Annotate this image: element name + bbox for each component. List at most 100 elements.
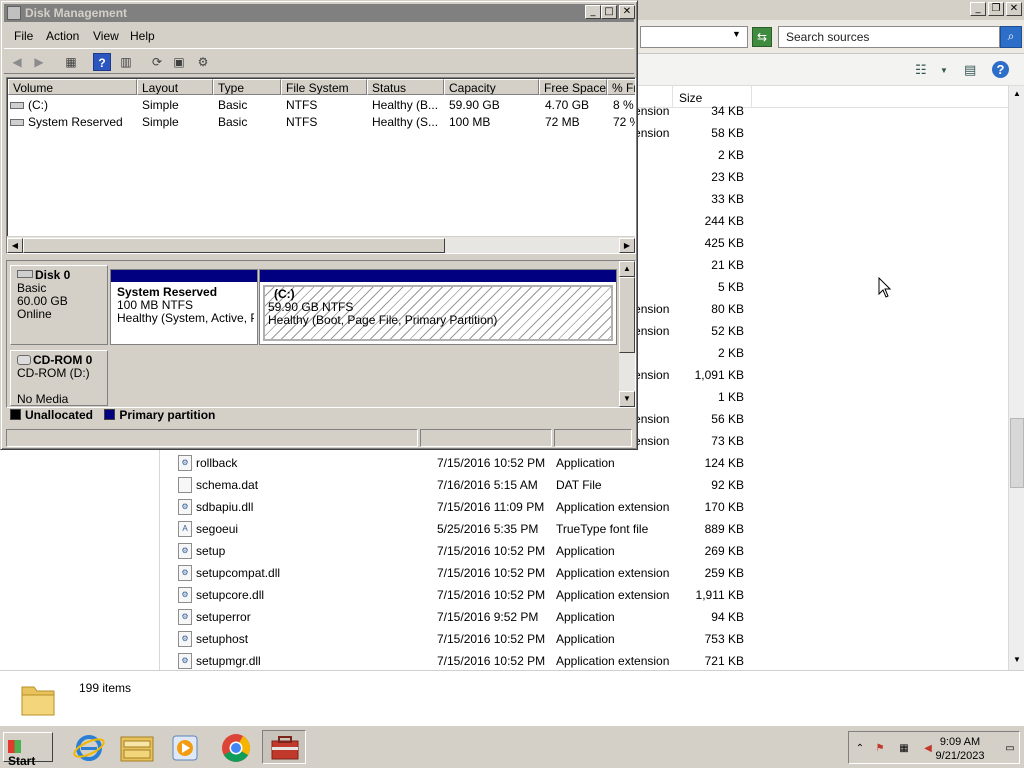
file-size: 56 KB bbox=[711, 412, 744, 426]
show-hidden-icons-chevron-icon[interactable]: ⌃ bbox=[853, 743, 867, 756]
close-icon[interactable]: ✕ bbox=[1006, 2, 1022, 16]
action-center-icon[interactable]: ⚑ bbox=[873, 743, 887, 756]
column-header-free-space[interactable]: Free Space bbox=[539, 79, 607, 95]
list-item[interactable]: Asegoeui 5/25/2016 5:35 PM TrueType font f… bbox=[160, 518, 1008, 540]
volume-type: Basic bbox=[218, 98, 248, 112]
file-size: 5 KB bbox=[717, 280, 744, 294]
file-size: 73 KB bbox=[711, 434, 744, 448]
view-options-icon[interactable]: ☷ bbox=[915, 62, 927, 78]
volume-list-hscrollbar[interactable]: ◀ ▶ bbox=[7, 236, 635, 253]
properties-icon[interactable]: ▣ bbox=[170, 53, 188, 71]
volume-name: System Reserved bbox=[28, 115, 123, 129]
list-item[interactable]: ⚙ setuperror 7/15/2016 9:52 PM Application 9… bbox=[160, 606, 1008, 628]
maximize-icon[interactable]: □ bbox=[601, 5, 617, 19]
file-type: Application bbox=[556, 610, 615, 624]
start-label: Start bbox=[8, 754, 36, 768]
show-desktop-icon[interactable]: ▭ bbox=[1003, 743, 1017, 756]
file-icon bbox=[178, 477, 192, 493]
column-header-layout[interactable]: Layout bbox=[137, 79, 213, 95]
list-item[interactable]: ⚙ setupcore.dll 7/15/2016 10:52 PM Applicat… bbox=[160, 584, 1008, 606]
scroll-down-icon[interactable]: ▼ bbox=[619, 391, 635, 407]
taskbar-server-manager[interactable] bbox=[262, 730, 306, 764]
menu-action[interactable]: Action bbox=[46, 29, 79, 43]
chevron-down-icon[interactable]: ▼ bbox=[940, 66, 948, 75]
list-item[interactable]: ⚙ setupmgr.dll 7/15/2016 10:52 PM Applicati… bbox=[160, 650, 1008, 672]
disk-0-header[interactable]: Disk 0 Basic 60.00 GB Online bbox=[10, 265, 108, 345]
column-header-percent-free[interactable]: % Fr bbox=[607, 79, 635, 95]
list-item[interactable]: ⚙ setup 7/15/2016 10:52 PM Application 269 K… bbox=[160, 540, 1008, 562]
column-header-status[interactable]: Status bbox=[367, 79, 444, 95]
search-icon[interactable]: ⌕ bbox=[1000, 26, 1022, 48]
forward-arrow-icon[interactable]: ▶ bbox=[30, 53, 48, 71]
scroll-left-icon[interactable]: ◀ bbox=[7, 238, 23, 253]
dm-titlebar[interactable]: Disk Management _ □ ✕ bbox=[4, 4, 635, 22]
refresh-icon[interactable]: ⇆ bbox=[752, 27, 772, 47]
scroll-right-icon[interactable]: ▶ bbox=[619, 238, 635, 253]
file-type: Application extension bbox=[556, 500, 670, 514]
clock-date[interactable]: 9/21/2023 bbox=[930, 750, 990, 762]
scroll-down-icon[interactable]: ▼ bbox=[1010, 652, 1024, 668]
file-date: 7/15/2016 10:52 PM bbox=[437, 654, 546, 668]
taskbar-chrome[interactable] bbox=[213, 730, 257, 764]
file-size: 1 KB bbox=[717, 390, 744, 404]
rescan-disks-icon[interactable]: ⟳ bbox=[148, 53, 166, 71]
partition-system-reserved[interactable]: System Reserved 100 MB NTFS Healthy (Sys… bbox=[110, 269, 258, 345]
scroll-thumb[interactable] bbox=[619, 277, 635, 353]
list-item[interactable]: ⚙ sdbapiu.dll 7/15/2016 11:09 PM Applicatio… bbox=[160, 496, 1008, 518]
file-list-scrollbar[interactable]: ▲ ▼ bbox=[1008, 86, 1024, 670]
file-name: setup bbox=[196, 544, 226, 558]
file-size: 80 KB bbox=[711, 302, 744, 316]
file-size: 753 KB bbox=[704, 632, 744, 646]
volume-layout: Simple bbox=[142, 98, 179, 112]
back-arrow-icon[interactable]: ◀ bbox=[8, 53, 26, 71]
volume-row[interactable]: (C:) Simple Basic NTFS Healthy (B... 59.… bbox=[7, 97, 635, 114]
cdrom-0-header[interactable]: CD-ROM 0 CD-ROM (D:) No Media bbox=[10, 350, 108, 406]
minimize-icon[interactable]: _ bbox=[970, 2, 986, 16]
help-icon[interactable]: ? bbox=[992, 61, 1009, 78]
show-hide-action-pane-icon[interactable]: ▥ bbox=[117, 53, 135, 71]
show-hide-console-tree-icon[interactable]: ▦ bbox=[62, 53, 80, 71]
network-icon[interactable]: ▦ bbox=[897, 743, 911, 756]
help-icon[interactable]: ? bbox=[93, 53, 111, 71]
clock-time[interactable]: 9:09 AM bbox=[930, 736, 990, 748]
scroll-up-icon[interactable]: ▲ bbox=[1010, 86, 1024, 102]
column-header-volume[interactable]: Volume bbox=[8, 79, 137, 95]
list-item[interactable]: schema.dat 7/16/2016 5:15 AM DAT File 92 KB bbox=[160, 474, 1008, 496]
taskbar-internet-explorer[interactable] bbox=[66, 730, 110, 764]
disk-settings-icon[interactable]: ⚙ bbox=[194, 53, 212, 71]
scroll-up-icon[interactable]: ▲ bbox=[619, 261, 635, 277]
restore-icon[interactable]: ❐ bbox=[988, 2, 1004, 16]
preview-pane-icon[interactable]: ▤ bbox=[964, 62, 976, 78]
minimize-icon[interactable]: _ bbox=[585, 5, 601, 19]
list-item[interactable]: ⚙ setuphost 7/15/2016 10:52 PM Application 7… bbox=[160, 628, 1008, 650]
close-icon[interactable]: ✕ bbox=[619, 5, 635, 19]
system-tray: ⌃ ⚑ ▦ ◀ 9:09 AM 9/21/2023 ▭ bbox=[848, 731, 1020, 764]
list-item[interactable]: ⚙ setupcompat.dll 7/15/2016 10:52 PM Applic… bbox=[160, 562, 1008, 584]
partition-c[interactable]: (C:) 59.90 GB NTFS Healthy (Boot, Page F… bbox=[259, 269, 617, 345]
scroll-thumb[interactable] bbox=[1010, 418, 1024, 488]
volume-list: Volume Layout Type File System Status Ca… bbox=[6, 77, 636, 254]
taskbar-file-explorer[interactable] bbox=[114, 730, 158, 764]
file-name: schema.dat bbox=[196, 478, 259, 492]
list-item[interactable]: ⚙ rollback 7/15/2016 10:52 PM Application 12… bbox=[160, 452, 1008, 474]
file-name: setupcompat.dll bbox=[196, 566, 281, 580]
disk-management-app-icon[interactable] bbox=[7, 6, 21, 20]
chevron-down-icon[interactable]: ▼ bbox=[732, 29, 741, 39]
graphical-view-scrollbar[interactable]: ▲ ▼ bbox=[619, 261, 635, 407]
volume-row[interactable]: System Reserved Simple Basic NTFS Health… bbox=[7, 114, 635, 131]
search-input[interactable]: Search sources bbox=[778, 26, 1000, 48]
scroll-thumb[interactable] bbox=[23, 238, 445, 253]
column-header-file-system[interactable]: File System bbox=[281, 79, 367, 95]
windows-logo-icon bbox=[8, 740, 21, 753]
menu-help[interactable]: Help bbox=[130, 29, 155, 43]
start-button[interactable]: Start bbox=[3, 732, 53, 768]
taskbar-media-player[interactable] bbox=[162, 730, 206, 764]
menu-view[interactable]: View bbox=[93, 29, 119, 43]
file-name: setuperror bbox=[196, 610, 251, 624]
primary-partition-bar bbox=[260, 270, 616, 282]
partition-status: Healthy (Boot, Page File, Primary Partit… bbox=[268, 313, 498, 327]
column-header-type[interactable]: Type bbox=[213, 79, 281, 95]
column-header-capacity[interactable]: Capacity bbox=[444, 79, 539, 95]
menu-file[interactable]: File bbox=[14, 29, 33, 43]
disk-name: Disk 0 bbox=[35, 268, 71, 282]
